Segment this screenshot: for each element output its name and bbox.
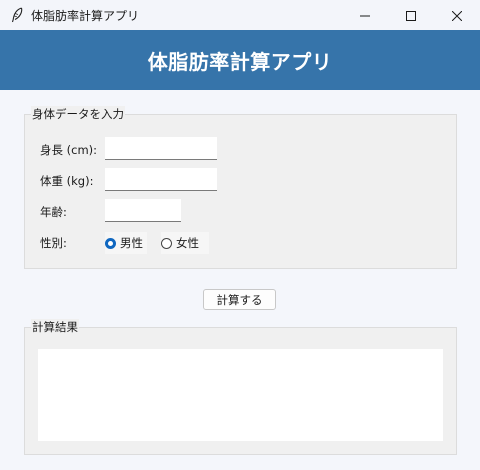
- close-icon: [451, 6, 463, 25]
- gender-label: 性別:: [40, 236, 67, 250]
- height-input[interactable]: [105, 137, 217, 160]
- male-radio[interactable]: 男性: [105, 232, 147, 254]
- weight-label: 体重 (kg):: [40, 174, 94, 188]
- app-window: 体脂肪率計算アプリ 体脂肪率計算アプリ 身体データを入力 身長 (cm): 体重…: [0, 0, 480, 470]
- weight-input[interactable]: [105, 168, 217, 191]
- result-text-area[interactable]: [38, 349, 443, 441]
- age-input[interactable]: [105, 199, 181, 222]
- feather-icon: [10, 7, 24, 23]
- maximize-icon: [406, 6, 416, 25]
- radio-checked-icon: [105, 237, 116, 249]
- header-banner: 体脂肪率計算アプリ: [0, 30, 480, 90]
- close-button[interactable]: [434, 0, 480, 30]
- age-label: 年齢:: [40, 205, 67, 219]
- male-radio-label: 男性: [120, 236, 143, 250]
- result-group-legend: 計算結果: [31, 319, 79, 335]
- height-label: 身長 (cm):: [40, 143, 98, 157]
- minimize-button[interactable]: [342, 0, 388, 30]
- maximize-button[interactable]: [388, 0, 434, 30]
- radio-unchecked-icon: [161, 237, 172, 249]
- result-groupbox: 計算結果: [24, 319, 457, 455]
- window-title: 体脂肪率計算アプリ: [31, 9, 140, 23]
- page-title: 体脂肪率計算アプリ: [147, 49, 333, 74]
- input-groupbox: 身体データを入力 身長 (cm): 体重 (kg): 年齢: 性別: 男性 女性: [24, 106, 457, 269]
- calculate-button[interactable]: 計算する: [203, 289, 276, 310]
- minimize-icon: [360, 6, 370, 25]
- female-radio-label: 女性: [176, 236, 199, 250]
- female-radio[interactable]: 女性: [161, 232, 209, 254]
- title-bar[interactable]: 体脂肪率計算アプリ: [0, 0, 480, 30]
- input-group-legend: 身体データを入力: [31, 106, 125, 122]
